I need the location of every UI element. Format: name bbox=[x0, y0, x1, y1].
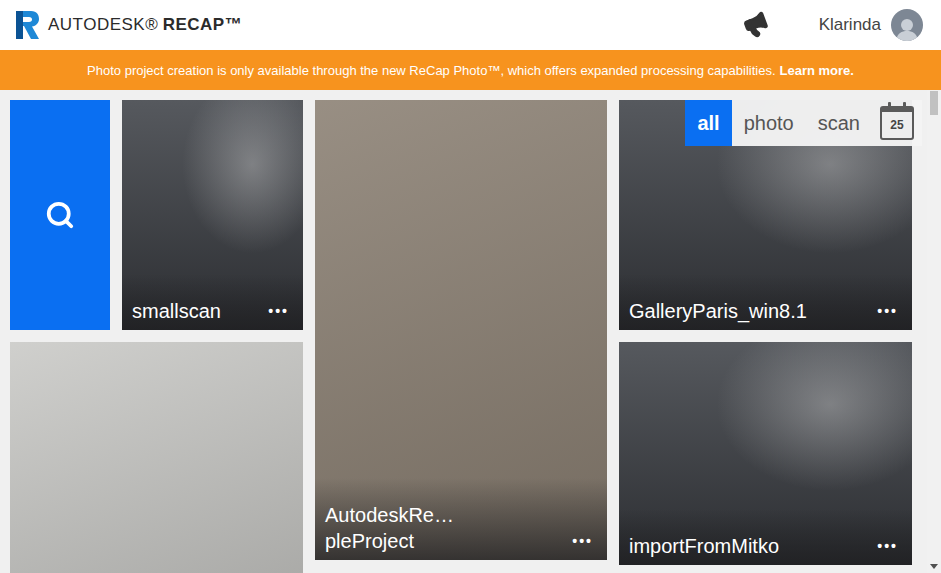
header-right: Klarinda bbox=[743, 9, 923, 41]
filter-tab[interactable]: scan bbox=[806, 100, 872, 146]
project-tile[interactable]: importFromMitko ••• bbox=[619, 342, 912, 565]
scroll-down-icon[interactable] bbox=[930, 564, 938, 569]
calendar-icon: 25 bbox=[880, 106, 914, 140]
tile-footer: AutodeskRe…pleProject ••• bbox=[315, 478, 607, 560]
more-button[interactable]: ••• bbox=[572, 528, 593, 554]
brand-product: RECAP™ bbox=[163, 15, 243, 34]
scrollbar[interactable] bbox=[927, 90, 941, 573]
brand-name: AUTODESK® RECAP™ bbox=[48, 15, 242, 35]
announcements-button[interactable] bbox=[739, 8, 772, 41]
project-name-line: pleProject bbox=[325, 528, 454, 554]
project-tile[interactable]: smallscan ••• bbox=[122, 100, 303, 330]
more-button[interactable]: ••• bbox=[877, 298, 898, 324]
more-button[interactable]: ••• bbox=[268, 298, 289, 324]
filter-bar: allphotoscan25 bbox=[685, 100, 922, 146]
main-area: smallscan•••AutodeskRe…pleProject•••Gall… bbox=[0, 90, 941, 573]
user-avatar[interactable] bbox=[891, 9, 923, 41]
filter-tab[interactable]: photo bbox=[732, 100, 806, 146]
project-name-line: AutodeskRe… bbox=[325, 502, 454, 528]
project-name-line: smallscan bbox=[132, 298, 221, 324]
project-name: smallscan bbox=[132, 298, 221, 324]
tile-footer: smallscan ••• bbox=[122, 274, 303, 330]
user-name[interactable]: Klarinda bbox=[819, 15, 881, 35]
notice-banner: Photo project creation is only available… bbox=[0, 50, 941, 90]
brand[interactable]: AUTODESK® RECAP™ bbox=[14, 10, 242, 40]
project-name-line: GalleryParis_win8.1 bbox=[629, 298, 807, 324]
project-name: importFromMitko bbox=[629, 533, 779, 559]
banner-text: Photo project creation is only available… bbox=[87, 63, 775, 78]
search-icon bbox=[45, 200, 75, 230]
megaphone-icon bbox=[739, 8, 772, 41]
scrollbar-thumb[interactable] bbox=[930, 91, 938, 115]
learn-more-link[interactable]: Learn more. bbox=[780, 63, 854, 78]
search-tile[interactable] bbox=[10, 100, 110, 330]
calendar-button[interactable]: 25 bbox=[872, 100, 922, 146]
project-grid: smallscan•••AutodeskRe…pleProject•••Gall… bbox=[10, 100, 927, 573]
brand-company: AUTODESK® bbox=[48, 15, 158, 34]
recap-page: AUTODESK® RECAP™ Klarinda Photo project cr… bbox=[0, 0, 941, 573]
recap-logo-icon bbox=[14, 10, 40, 40]
tile-footer: GalleryParis_win8.1 ••• bbox=[619, 274, 912, 330]
user-silhouette-icon bbox=[894, 15, 920, 41]
header: AUTODESK® RECAP™ Klarinda bbox=[0, 0, 941, 50]
filter-tab[interactable]: all bbox=[685, 100, 731, 146]
tile-footer: importFromMitko ••• bbox=[619, 509, 912, 565]
more-button[interactable]: ••• bbox=[877, 533, 898, 559]
project-name: GalleryParis_win8.1 bbox=[629, 298, 807, 324]
project-name: AutodeskRe…pleProject bbox=[325, 502, 454, 554]
project-name-line: importFromMitko bbox=[629, 533, 779, 559]
project-tile[interactable]: AutodeskRe…pleProject ••• bbox=[315, 100, 607, 560]
project-tile[interactable] bbox=[10, 342, 303, 573]
project-gallery: smallscan•••AutodeskRe…pleProject•••Gall… bbox=[0, 90, 927, 573]
